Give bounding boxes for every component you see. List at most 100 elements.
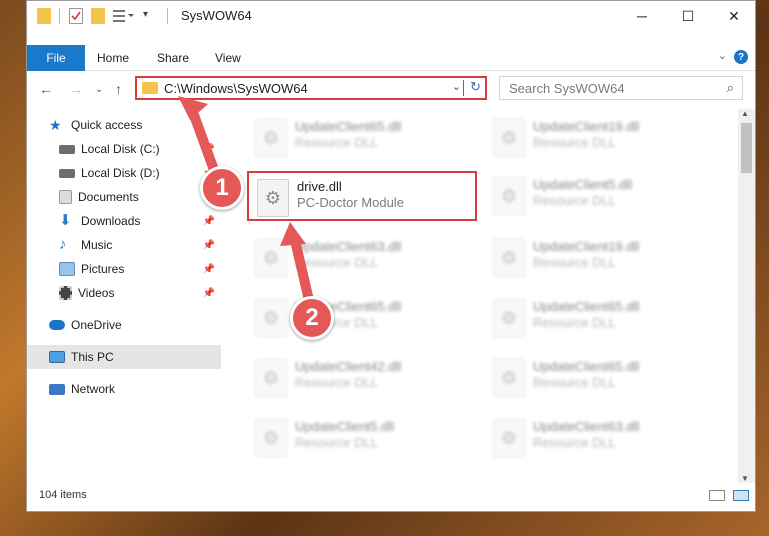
scrollbar-thumb[interactable] <box>741 123 752 173</box>
file-name: UpdateClient19.dll <box>533 239 640 254</box>
file-name: UpdateClient42.dll <box>295 359 402 374</box>
file-name: UpdateClient5.dll <box>295 419 395 434</box>
tab-home[interactable]: Home <box>97 51 129 65</box>
forward-arrow-icon[interactable]: → <box>69 81 83 97</box>
download-icon: ⬇ <box>59 212 72 229</box>
file-tile[interactable]: ⚙ UpdateClient65.dll Resource DLL <box>485 353 715 403</box>
sidebar-item-local-disk-c[interactable]: Local Disk (C:) 📌 <box>27 137 221 161</box>
music-icon: ♪ <box>59 236 67 253</box>
sidebar-item-documents[interactable]: Documents 📌 <box>27 185 221 209</box>
up-arrow-icon[interactable]: ↑ <box>115 81 122 97</box>
sidebar-item-pictures[interactable]: Pictures 📌 <box>27 257 221 281</box>
dll-file-icon: ⚙ <box>255 239 287 277</box>
file-type: Resource DLL <box>295 435 379 450</box>
divider <box>59 8 60 24</box>
vertical-scrollbar[interactable]: ▲ ▼ <box>738 109 755 483</box>
customize-toolbar-icon[interactable] <box>113 8 134 24</box>
item-count: 104 items <box>39 489 87 501</box>
file-type: Resource DLL <box>533 315 617 330</box>
star-icon: ★ <box>49 117 62 133</box>
file-tile[interactable]: ⚙ UpdateClient19.dll Resource DLL <box>485 233 715 283</box>
dll-file-icon: ⚙ <box>493 419 525 457</box>
file-type: Resource DLL <box>533 135 617 150</box>
search-box[interactable]: Search SysWOW64 ⌕ <box>499 76 743 100</box>
tab-share[interactable]: Share <box>157 51 189 65</box>
file-type: Resource DLL <box>533 193 617 208</box>
sidebar-item-label: Music <box>81 238 113 252</box>
cloud-icon <box>49 320 65 330</box>
file-type: Resource DLL <box>533 255 617 270</box>
sidebar-item-label: Quick access <box>71 118 143 132</box>
pin-icon[interactable]: 📌 <box>203 288 215 299</box>
pin-icon[interactable]: 📌 <box>203 144 215 155</box>
file-name: UpdateClient63.dll <box>533 419 640 434</box>
file-explorer-window: ▾ SysWOW64 ─ ☐ ✕ File Home Share View ⌄ … <box>26 0 756 512</box>
properties-icon[interactable] <box>69 8 83 24</box>
details-view-icon[interactable] <box>709 490 725 501</box>
maximize-button[interactable]: ☐ <box>665 1 711 31</box>
file-type: Resource DLL <box>533 375 617 390</box>
file-type: Resource DLL <box>295 375 379 390</box>
folder-icon <box>142 82 158 94</box>
sidebar-item-label: OneDrive <box>71 318 122 332</box>
file-tile[interactable]: ⚙ UpdateClient63.dll Resource DLL <box>485 413 715 463</box>
pin-icon[interactable]: 📌 <box>203 216 215 227</box>
scroll-down-icon[interactable]: ▼ <box>741 474 749 483</box>
file-list: ⚙ UpdateClient65.dll Resource DLL ⚙ UpdateCl… <box>221 109 737 483</box>
sidebar-item-network[interactable]: Network <box>27 377 221 401</box>
monitor-icon <box>49 351 65 363</box>
sidebar-item-videos[interactable]: Videos 📌 <box>27 281 221 305</box>
tab-view[interactable]: View <box>215 51 241 65</box>
file-tile[interactable]: ⚙ UpdateClient65.dll Resource DLL <box>247 113 477 163</box>
file-tile[interactable]: ⚙ UpdateClient63.dll Resource DLL <box>247 233 477 283</box>
sidebar-item-downloads[interactable]: ⬇ Downloads 📌 <box>27 209 221 233</box>
file-tile[interactable]: ⚙ UpdateClient19.dll Resource DLL <box>485 113 715 163</box>
quick-access-dropdown-icon[interactable]: ▾ <box>143 9 148 25</box>
folder-icon <box>37 8 51 24</box>
sidebar-item-onedrive[interactable]: OneDrive <box>27 313 221 337</box>
network-icon <box>49 383 65 395</box>
close-button[interactable]: ✕ <box>711 1 757 31</box>
back-arrow-icon[interactable]: ← <box>39 81 53 97</box>
collapse-ribbon-icon[interactable]: ⌄ <box>718 49 727 62</box>
file-tile[interactable]: ⚙ UpdateClient42.dll Resource DLL <box>247 353 477 403</box>
ribbon-tabs: File Home Share View ⌄ ? <box>27 45 755 71</box>
sidebar-item-this-pc[interactable]: This PC <box>27 345 221 369</box>
file-name: UpdateClient65.dll <box>533 359 640 374</box>
tab-file[interactable]: File <box>27 45 85 71</box>
sidebar-item-label: Documents <box>78 190 139 204</box>
pin-icon[interactable]: 📌 <box>203 264 215 275</box>
sidebar-item-label: Network <box>71 382 116 396</box>
file-tile[interactable]: ⚙ UpdateClient5.dll Resource DLL <box>485 171 715 221</box>
dll-file-icon: ⚙ <box>493 239 525 277</box>
recent-locations-icon[interactable]: ⌄ <box>95 84 103 95</box>
file-tile[interactable]: ⚙ UpdateClient5.dll Resource DLL <box>247 413 477 463</box>
annotation-badge-1: 1 <box>200 166 244 210</box>
sidebar-item-local-disk-d[interactable]: Local Disk (D:) 📌 <box>27 161 221 185</box>
file-tile[interactable]: ⚙ UpdateClient65.dll Resource DLL <box>247 293 477 343</box>
new-folder-icon[interactable] <box>91 8 105 24</box>
file-name: UpdateClient65.dll <box>295 119 402 134</box>
sidebar-item-music[interactable]: ♪ Music 📌 <box>27 233 221 257</box>
dll-file-icon: ⚙ <box>493 177 525 215</box>
file-type: Resource DLL <box>295 255 379 270</box>
refresh-icon[interactable]: ↻ <box>470 79 481 95</box>
sidebar-item-quick-access[interactable]: ★ Quick access <box>27 113 221 137</box>
scroll-up-icon[interactable]: ▲ <box>741 109 749 118</box>
pin-icon[interactable]: 📌 <box>203 240 215 251</box>
file-name: UpdateClient5.dll <box>533 177 633 192</box>
dll-file-icon: ⚙ <box>257 179 289 217</box>
navigation-pane: ★ Quick access Local Disk (C:) 📌 Local D… <box>27 109 221 479</box>
chevron-down-icon[interactable]: ⌄ <box>452 80 461 93</box>
sidebar-item-label: Downloads <box>81 214 141 228</box>
file-tile[interactable]: ⚙ UpdateClient65.dll Resource DLL <box>485 293 715 343</box>
large-icons-view-icon[interactable] <box>733 490 749 501</box>
address-bar[interactable]: C:\Windows\SysWOW64 ⌄ ↻ <box>135 76 487 100</box>
file-tile[interactable]: ⚙ drive.dll PC-Doctor Module <box>247 171 477 221</box>
divider <box>167 8 168 24</box>
minimize-button[interactable]: ─ <box>619 1 665 31</box>
drive-icon <box>59 144 75 154</box>
help-icon[interactable]: ? <box>734 50 748 64</box>
search-icon[interactable]: ⌕ <box>727 80 734 96</box>
sidebar-item-label: This PC <box>71 350 114 364</box>
